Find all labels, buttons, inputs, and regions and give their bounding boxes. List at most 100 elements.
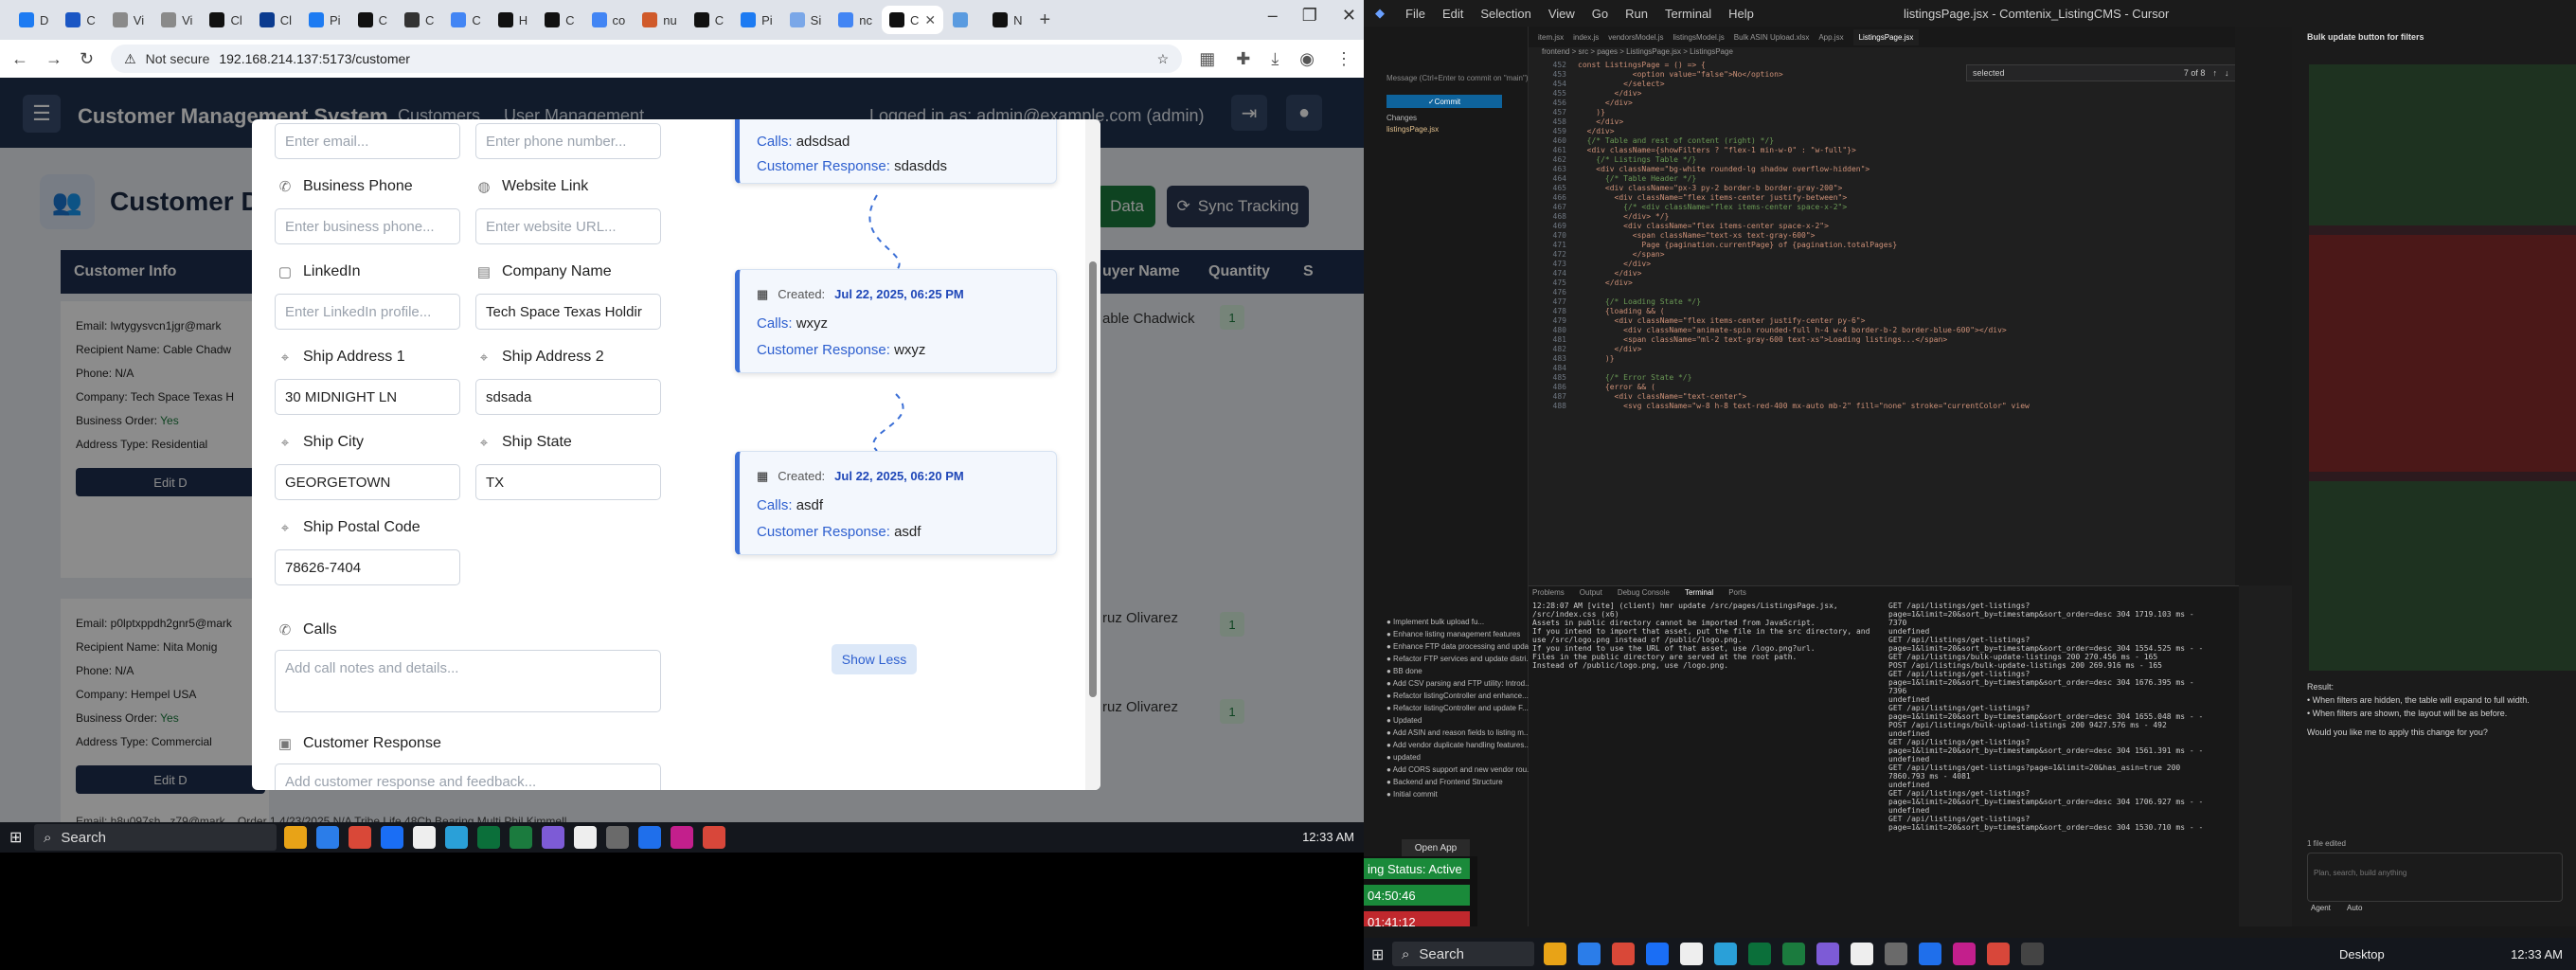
taskbar-app-icon[interactable] — [2021, 943, 2044, 965]
browser-tab[interactable]: nu — [635, 6, 684, 34]
browser-tab[interactable]: C — [687, 6, 731, 34]
taskbar-app-icon[interactable] — [1919, 943, 1941, 965]
graph-commit-item[interactable]: ● Add vendor duplicate handling features… — [1386, 741, 1530, 749]
taskbar-app-icon[interactable] — [1748, 943, 1771, 965]
code-line[interactable]: 484 — [1529, 364, 2144, 373]
code-line[interactable]: 464 {/* Table Header */} — [1529, 174, 2144, 184]
menu-item[interactable]: Edit — [1442, 7, 1463, 21]
ship-address1-input[interactable]: 30 MIDNIGHT LN — [275, 379, 460, 415]
code-line[interactable]: 487 <div className="text-center"> — [1529, 392, 2144, 402]
message-input[interactable]: Message (Ctrl+Enter to commit on "main") — [1386, 74, 1529, 82]
code-line[interactable]: 463 <div className="bg-white rounded-lg … — [1529, 165, 2144, 174]
menu-item[interactable]: View — [1548, 7, 1575, 21]
taskbar-app-icon[interactable] — [413, 826, 436, 849]
find-query[interactable]: selected — [1973, 68, 2005, 78]
taskbar-app-icon[interactable] — [1782, 943, 1805, 965]
code-line[interactable]: 480 <div className="animate-spin rounded… — [1529, 326, 2144, 335]
code-line[interactable]: 473 </div> — [1529, 260, 2144, 269]
browser-tab[interactable] — [945, 6, 983, 34]
commit-button[interactable]: ✓ Commit — [1386, 95, 1502, 108]
taskbar-app-icon[interactable] — [671, 826, 693, 849]
chat-input[interactable]: Plan, search, build anything — [2307, 853, 2563, 902]
editor-tab[interactable]: item.jsx — [1538, 33, 1564, 42]
menu-icon[interactable]: ⋮ — [1335, 49, 1352, 69]
browser-tab[interactable]: Vi — [105, 6, 152, 34]
taskbar-app-icon[interactable] — [1987, 943, 2010, 965]
model-select[interactable]: Auto — [2347, 904, 2362, 912]
find-widget[interactable]: selected7 of 8↑↓✕ — [1966, 64, 2239, 81]
company-input[interactable]: Tech Space Texas Holdir — [475, 294, 661, 330]
menu-item[interactable]: Run — [1625, 7, 1648, 21]
code-line[interactable]: 485 {/* Error State */} — [1529, 373, 2144, 383]
code-line[interactable]: 461 <div className={showFilters ? "flex-… — [1529, 146, 2144, 155]
code-line[interactable]: 456 </div> — [1529, 99, 2144, 108]
code-line[interactable]: 476 — [1529, 288, 2144, 297]
browser-tab[interactable]: C — [443, 6, 488, 34]
tab-output[interactable]: Output — [1580, 588, 1602, 597]
tab-ports[interactable]: Ports — [1728, 588, 1746, 597]
code-editor[interactable]: item.jsx index.js vendorsModel.js listingsM… — [1529, 27, 2239, 585]
taskbar-app-icon[interactable] — [606, 826, 629, 849]
taskbar-app-icon[interactable] — [1953, 943, 1976, 965]
browser-tab[interactable]: Pi — [301, 6, 349, 34]
chevron-up-icon[interactable]: ↑ — [2212, 68, 2217, 78]
agent-mode[interactable]: Agent — [2311, 904, 2331, 912]
taskbar-app-icon[interactable] — [316, 826, 339, 849]
calls-textarea[interactable]: Add call notes and details... — [275, 650, 661, 712]
browser-tab[interactable]: D — [11, 6, 56, 34]
code-line[interactable]: 471 Page {pagination.currentPage} of {pa… — [1529, 241, 2144, 250]
code-line[interactable]: 468 </div> */} — [1529, 212, 2144, 222]
taskbar-app-icon[interactable] — [1646, 943, 1669, 965]
code-line[interactable]: 462 {/* Listings Table */} — [1529, 155, 2144, 165]
ship-city-input[interactable]: GEORGETOWN — [275, 464, 460, 500]
graph-commit-item[interactable]: ● Add ASIN and reason fields to listing … — [1386, 728, 1530, 737]
browser-tab[interactable]: co — [584, 6, 634, 34]
taskbar-app-icon[interactable] — [1851, 943, 1873, 965]
taskbar-app-icon[interactable] — [1578, 943, 1601, 965]
terminal-frontend[interactable]: 12:28:07 AM [vite] (client) hmr update /… — [1532, 602, 1873, 670]
code-line[interactable]: 469 <div className="flex items-center sp… — [1529, 222, 2144, 231]
browser-tab[interactable]: Pi — [733, 6, 780, 34]
tab-terminal[interactable]: Terminal — [1685, 588, 1713, 597]
taskbar-app-icon[interactable] — [1816, 943, 1839, 965]
code-line[interactable]: 474 </div> — [1529, 269, 2144, 278]
editor-tab[interactable]: vendorsModel.js — [1608, 33, 1663, 42]
menu-item[interactable]: File — [1405, 7, 1425, 21]
browser-tab[interactable]: H — [491, 6, 535, 34]
desktop-label[interactable]: Desktop — [2339, 947, 2385, 961]
linkedin-input[interactable]: Enter LinkedIn profile... — [275, 294, 460, 330]
taskbar-search[interactable]: ⌕ Search — [34, 824, 277, 851]
code-line[interactable]: 465 <div className="px-3 py-2 border-b b… — [1529, 184, 2144, 193]
tab-problems[interactable]: Problems — [1532, 588, 1565, 597]
taskbar-app-icon[interactable] — [1612, 943, 1635, 965]
new-tab-icon[interactable]: + — [1039, 9, 1050, 31]
close-tab-icon[interactable]: ✕ — [924, 12, 936, 28]
minimize-icon[interactable]: – — [1268, 6, 1278, 26]
code-line[interactable]: 455 </div> — [1529, 89, 2144, 99]
profile-icon[interactable]: ◉ — [1299, 49, 1315, 69]
close-icon[interactable]: ✕ — [1342, 6, 1356, 26]
taskbar-app-icon[interactable] — [1544, 943, 1566, 965]
editor-tab[interactable]: index.js — [1573, 33, 1599, 42]
customer-response-textarea[interactable]: Add customer response and feedback... — [275, 763, 661, 790]
editor-tab[interactable]: listingsModel.js — [1673, 33, 1725, 42]
taskbar-app-icon[interactable] — [542, 826, 564, 849]
code-line[interactable]: 479 <div className="flex items-center ju… — [1529, 316, 2144, 326]
code-line[interactable]: 459 </div> — [1529, 127, 2144, 136]
windows-icon[interactable]: ⊞ — [1371, 945, 1384, 964]
code-line[interactable]: 458 </div> — [1529, 117, 2144, 127]
code-line[interactable]: 460 {/* Table and rest of content (right… — [1529, 136, 2144, 146]
reload-icon[interactable]: ↻ — [80, 49, 94, 69]
taskbar-app-icon[interactable] — [349, 826, 371, 849]
chevron-down-icon[interactable]: ↓ — [2225, 68, 2229, 78]
graph-commit-item[interactable]: ● Add CSV parsing and FTP utility: Intro… — [1386, 679, 1531, 688]
code-content[interactable]: 452 const ListingsPage = () => {453 <opti… — [1529, 61, 2144, 411]
windows-icon[interactable]: ⊞ — [9, 828, 22, 847]
changed-file[interactable]: listingsPage.jsx — [1386, 125, 1439, 134]
modal-scrollbar-thumb[interactable] — [1089, 261, 1097, 697]
files-edited[interactable]: 1 file edited — [2307, 839, 2346, 848]
browser-tab[interactable]: C ✕ — [881, 6, 944, 34]
taskbar-app-icon[interactable] — [574, 826, 597, 849]
graph-commit-item[interactable]: ● Enhance listing management features — [1386, 630, 1520, 638]
code-line[interactable]: 481 <span className="ml-2 text-gray-600 … — [1529, 335, 2144, 345]
